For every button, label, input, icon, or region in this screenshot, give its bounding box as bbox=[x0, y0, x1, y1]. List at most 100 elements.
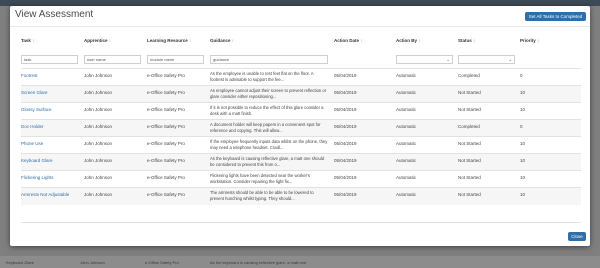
background-apprentice: John Johnson bbox=[80, 259, 105, 265]
apprentice-cell: John Johnson bbox=[84, 158, 113, 163]
sort-icon: ↕ bbox=[108, 38, 112, 43]
action-date-cell: 05/04/2019 bbox=[334, 107, 357, 112]
guidance-cell: If the employee frequently inputs data w… bbox=[210, 139, 328, 150]
task-filter-input[interactable] bbox=[21, 55, 78, 64]
task-link[interactable]: Flickering Lights bbox=[21, 175, 54, 180]
guidance-cell: A document holder will keep papers in a … bbox=[210, 122, 321, 133]
background-table-row: Keyboard Glare John Johnson e-Office Saf… bbox=[0, 256, 600, 268]
task-link[interactable]: Glossy Surface bbox=[21, 107, 52, 112]
resource-cell: e-Office Safety Pro bbox=[147, 107, 185, 112]
assessment-modal: View Assessment Set All Tasks to Complet… bbox=[10, 6, 590, 246]
column-header-priority[interactable]: Priority ↕ bbox=[520, 38, 539, 43]
sort-icon: ↕ bbox=[418, 38, 421, 43]
priority-cell: 0 bbox=[520, 73, 523, 78]
action-by-cell: Automatic bbox=[396, 107, 417, 112]
status-cell: Completed bbox=[458, 73, 480, 78]
column-header-guidance[interactable]: Guidance ↕ bbox=[210, 38, 234, 43]
modal-footer-divider bbox=[21, 222, 581, 223]
guidance-cell: As the employee is unable to rest feet f… bbox=[210, 71, 314, 82]
table-row: Screen Glare John Johnson e-Office Safet… bbox=[21, 85, 581, 103]
action-by-cell: Automatic bbox=[396, 175, 417, 180]
table-row: Doc Holder John Johnson e-Office Safety … bbox=[21, 119, 581, 137]
close-button[interactable]: Close bbox=[568, 232, 586, 241]
status-filter-select[interactable]: ⌄ bbox=[458, 55, 515, 64]
task-link[interactable]: Phone Use bbox=[21, 141, 43, 146]
status-cell: Not Started bbox=[458, 158, 481, 163]
sort-icon: ↕ bbox=[473, 38, 476, 43]
action-by-cell: Automatic bbox=[396, 158, 417, 163]
action-by-cell: Automatic bbox=[396, 192, 417, 197]
chevron-down-icon: ⌄ bbox=[446, 57, 450, 62]
apprentice-cell: John Johnson bbox=[84, 175, 113, 180]
task-link[interactable]: Footrest bbox=[21, 73, 38, 78]
resource-cell: e-Office Safety Pro bbox=[147, 73, 185, 78]
modal-title: View Assessment bbox=[15, 9, 94, 20]
action-by-cell: Automatic bbox=[396, 90, 417, 95]
task-link[interactable]: Doc Holder bbox=[21, 124, 44, 129]
column-header-learning-resource[interactable]: Learning Resource ↕ bbox=[147, 38, 191, 43]
guidance-cell: As the keyboard is causing reflective gl… bbox=[210, 156, 325, 167]
priority-cell: 10 bbox=[520, 175, 526, 180]
table-row: Footrest John Johnson e-Office Safety Pr… bbox=[21, 68, 581, 86]
apprentice-cell: John Johnson bbox=[84, 90, 113, 95]
column-header-apprentice[interactable]: Apprentice ↕ bbox=[84, 38, 111, 43]
action-date-cell: 05/04/2019 bbox=[334, 175, 357, 180]
action-date-cell: 05/04/2019 bbox=[334, 158, 357, 163]
action-date-cell: 05/04/2019 bbox=[334, 90, 357, 95]
sort-icon: ↕ bbox=[32, 38, 35, 43]
table-row: Armrests Not Adjustable John Johnson e-O… bbox=[21, 187, 581, 205]
resource-cell: e-Office Safety Pro bbox=[147, 124, 185, 129]
status-cell: Completed bbox=[458, 124, 480, 129]
set-all-completed-button[interactable]: Set All Tasks to Completed bbox=[525, 12, 586, 21]
table-row: Keyboard Glare John Johnson e-Office Saf… bbox=[21, 153, 581, 171]
guidance-filter-input[interactable] bbox=[210, 55, 328, 64]
status-cell: Not Started bbox=[458, 90, 481, 95]
resource-cell: e-Office Safety Pro bbox=[147, 90, 185, 95]
background-resource: e-Office Safety Pro bbox=[145, 259, 179, 265]
guidance-cell: If it is not possible to reduce the effe… bbox=[210, 105, 324, 116]
guidance-cell: Flickering lights have been detected nea… bbox=[210, 173, 310, 184]
table-row: Phone Use John Johnson e-Office Safety P… bbox=[21, 136, 581, 154]
action-date-cell: 05/04/2019 bbox=[334, 73, 357, 78]
apprentice-cell: John Johnson bbox=[84, 141, 113, 146]
resource-filter-input[interactable] bbox=[147, 55, 204, 64]
action-by-cell: Automatic bbox=[396, 141, 417, 146]
action-by-filter-select[interactable]: ⌄ bbox=[396, 55, 453, 64]
apprentice-filter-input[interactable] bbox=[84, 55, 141, 64]
filter-row: ⌄ ⌄ bbox=[21, 55, 581, 64]
table-row: Flickering Lights John Johnson e-Office … bbox=[21, 170, 581, 188]
resource-cell: e-Office Safety Pro bbox=[147, 141, 185, 146]
guidance-cell: As employee cannot adjust their screen t… bbox=[210, 88, 327, 99]
apprentice-cell: John Johnson bbox=[84, 124, 113, 129]
priority-cell: 0 bbox=[520, 124, 523, 129]
action-date-cell: 05/04/2019 bbox=[334, 141, 357, 146]
priority-cell: 10 bbox=[520, 192, 526, 197]
sort-icon: ↕ bbox=[189, 38, 192, 43]
sort-icon: ↕ bbox=[360, 38, 363, 43]
table-header-row: Task ↕ Apprentice ↕ Learning Resource ↕ … bbox=[21, 38, 581, 44]
apprentice-cell: John Johnson bbox=[84, 192, 113, 197]
column-header-status[interactable]: Status ↕ bbox=[458, 38, 475, 43]
priority-cell: 10 bbox=[520, 141, 526, 146]
column-header-task[interactable]: Task ↕ bbox=[21, 38, 34, 43]
table-row: Glossy Surface John Johnson e-Office Saf… bbox=[21, 102, 581, 120]
background-guidance: As the keyboard is causing reflective gl… bbox=[210, 259, 307, 265]
apprentice-cell: John Johnson bbox=[84, 73, 113, 78]
resource-cell: e-Office Safety Pro bbox=[147, 158, 185, 163]
modal-header: View Assessment Set All Tasks to Complet… bbox=[10, 6, 590, 27]
task-link[interactable]: Keyboard Glare bbox=[21, 158, 53, 163]
status-cell: Not Started bbox=[458, 107, 481, 112]
action-date-cell: 05/04/2019 bbox=[334, 124, 357, 129]
action-date-cell: 05/04/2019 bbox=[334, 192, 357, 197]
apprentice-cell: John Johnson bbox=[84, 107, 113, 112]
column-header-action-date[interactable]: Action Date ↕ bbox=[334, 38, 363, 43]
task-link[interactable]: Screen Glare bbox=[21, 90, 48, 95]
priority-cell: 10 bbox=[520, 107, 526, 112]
resource-cell: e-Office Safety Pro bbox=[147, 192, 185, 197]
column-header-action-by[interactable]: Action By ↕ bbox=[396, 38, 421, 43]
resource-cell: e-Office Safety Pro bbox=[147, 175, 185, 180]
action-by-cell: Automatic bbox=[396, 73, 417, 78]
task-link[interactable]: Armrests Not Adjustable bbox=[21, 192, 69, 197]
priority-cell: 10 bbox=[520, 90, 526, 95]
status-cell: Not Started bbox=[458, 141, 481, 146]
